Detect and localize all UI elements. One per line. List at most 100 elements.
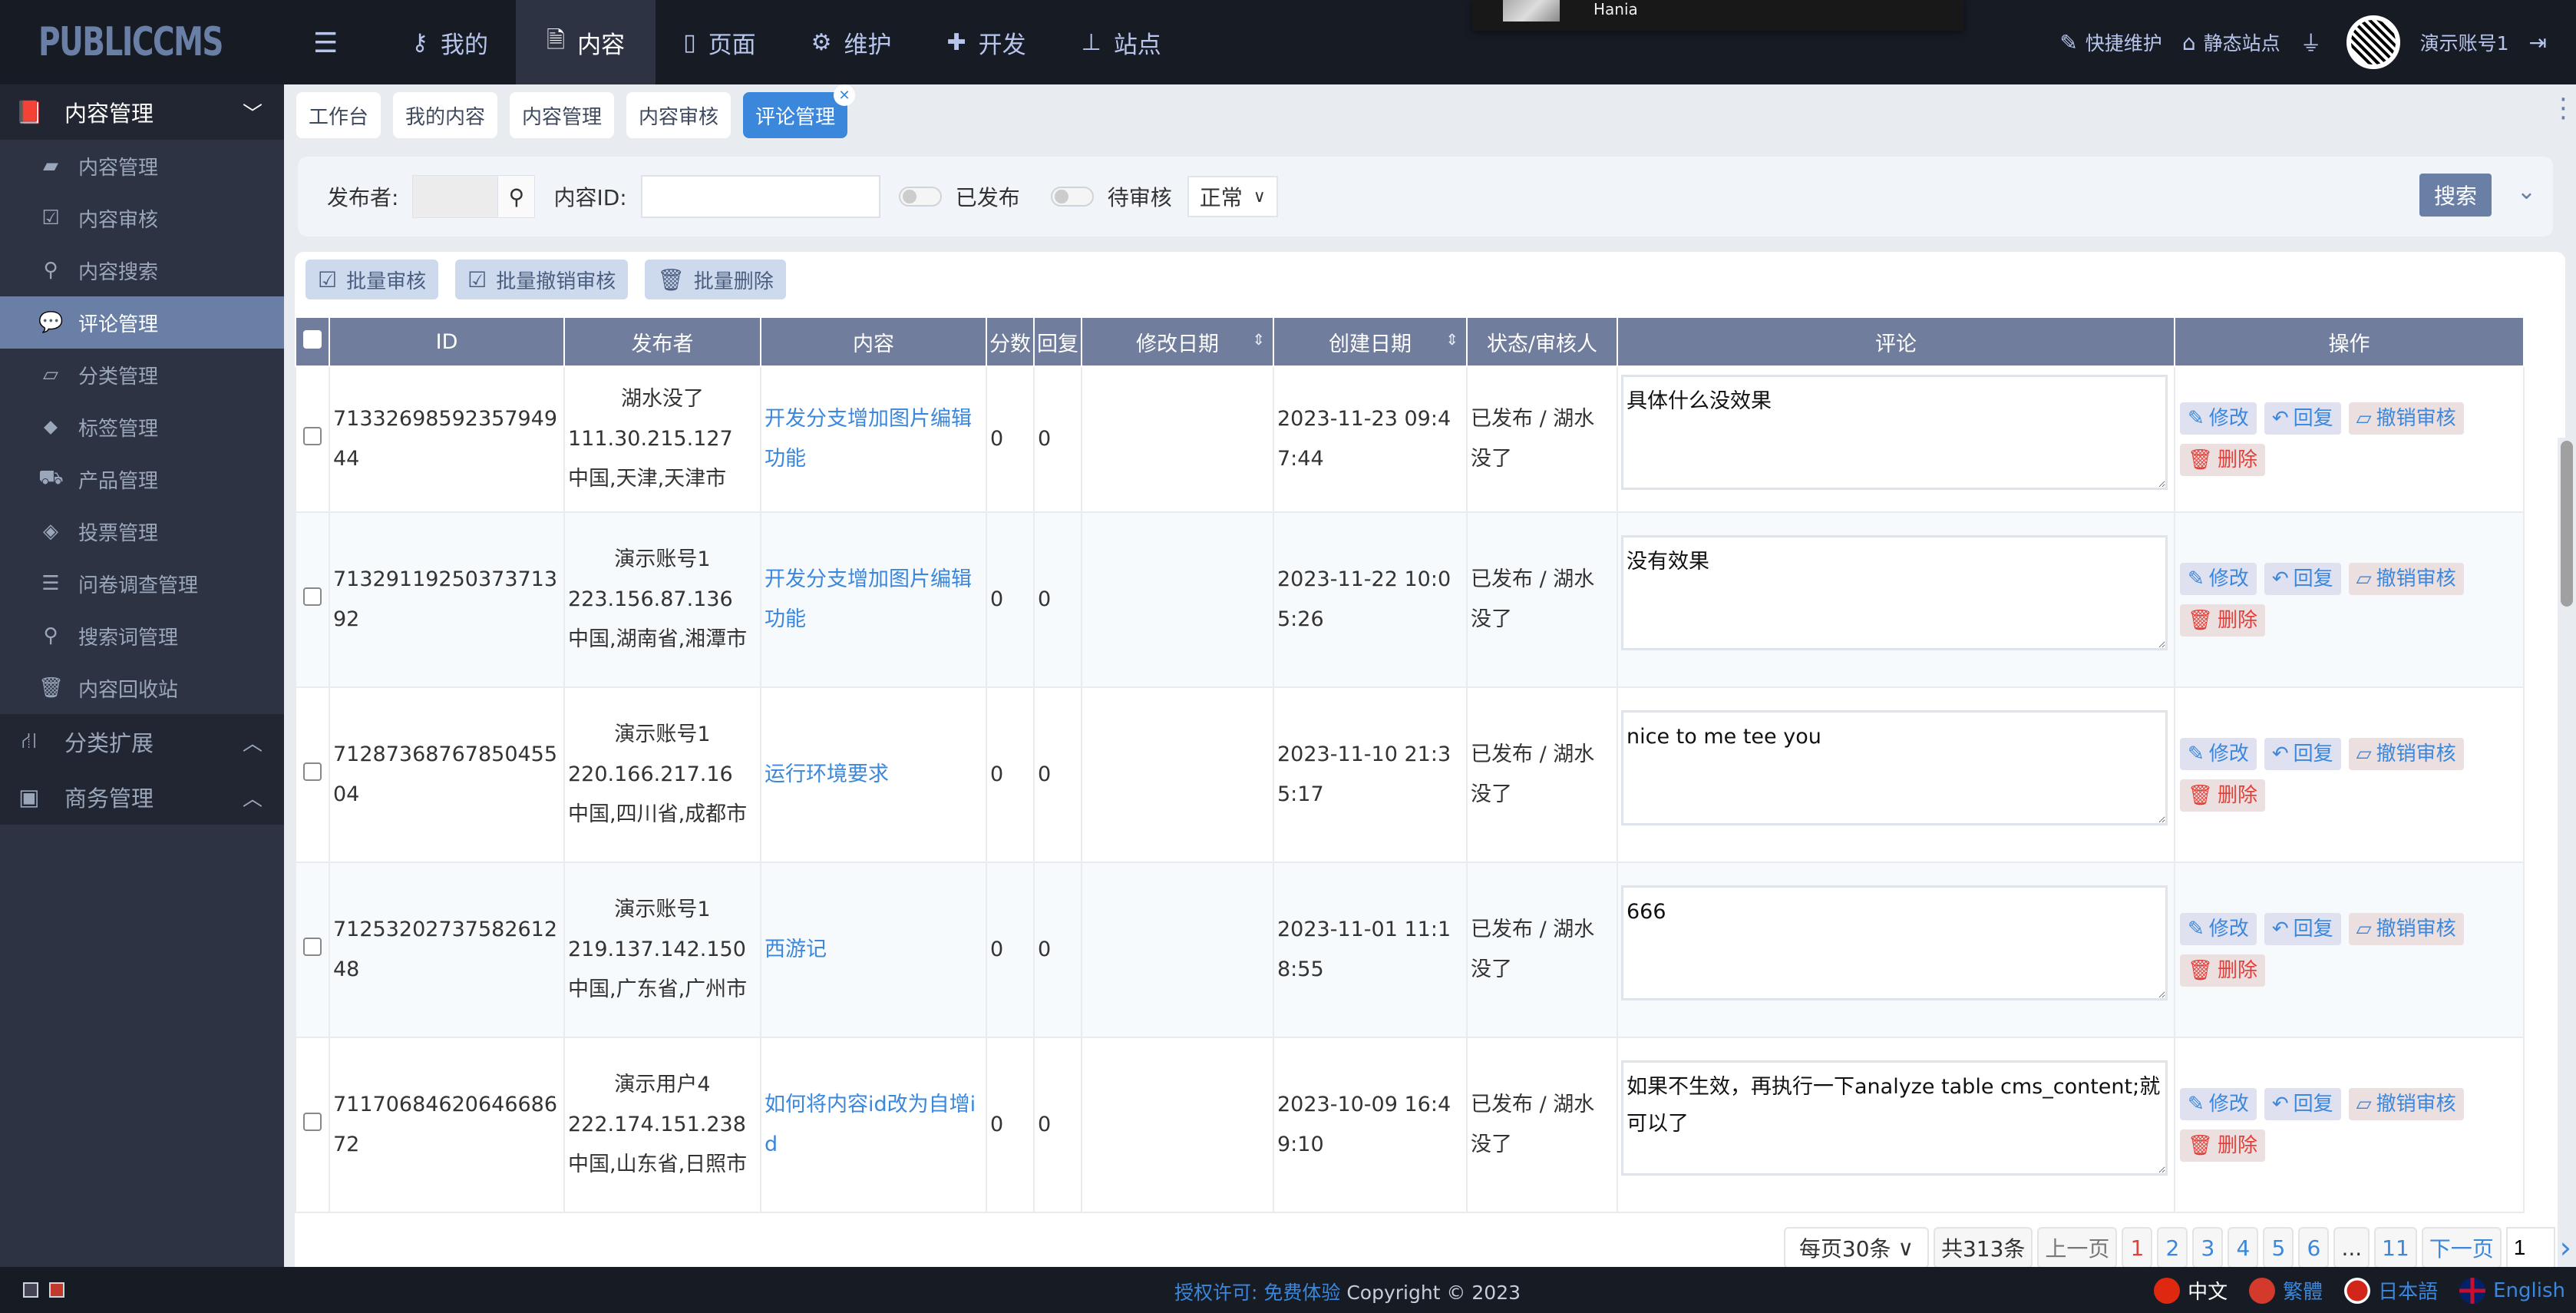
user-menu[interactable]: 演示账号1 xyxy=(2420,28,2509,56)
delete-button[interactable]: 🗑 删除 xyxy=(2180,954,2266,987)
nav-item-mine[interactable]: ⚷ 我的 xyxy=(384,0,516,84)
tab-content-review[interactable]: 内容审核 xyxy=(626,92,732,138)
batch-delete-button[interactable]: 🗑 批量删除 xyxy=(645,260,786,299)
clear-cache-button[interactable]: ⏚ xyxy=(2300,27,2330,58)
content-link[interactable]: 如何将内容id改为自增id xyxy=(765,1093,976,1156)
lang-en[interactable]: English xyxy=(2459,1276,2565,1305)
revoke-approval-button[interactable]: ▱ 撤销审核 xyxy=(2348,402,2464,435)
sidebar-group-category-ext[interactable]: ⛙ 分类扩展 ︿ xyxy=(0,714,284,769)
sidebar-item-surveys[interactable]: ☰ 问卷调查管理 xyxy=(0,557,284,610)
delete-button[interactable]: 🗑 删除 xyxy=(2180,1129,2266,1162)
content-link[interactable]: 西游记 xyxy=(765,938,827,961)
pending-toggle[interactable] xyxy=(1050,187,1094,207)
sidebar-item-products[interactable]: ⛟ 产品管理 xyxy=(0,453,284,505)
sidebar-item-comments[interactable]: 💬 评论管理 xyxy=(0,296,284,349)
nav-item-content[interactable]: 🗎 内容 xyxy=(515,0,656,84)
nav-item-site[interactable]: ⊥ 站点 xyxy=(1054,0,1189,84)
next-page-button[interactable]: 下一页 xyxy=(2421,1227,2502,1268)
page-jump-input[interactable] xyxy=(2505,1227,2555,1268)
reply-button[interactable]: ↶ 回复 xyxy=(2264,563,2341,595)
status-select[interactable]: 正常 ∨ xyxy=(1187,176,1278,217)
page-button[interactable]: 4 xyxy=(2228,1227,2259,1268)
batch-approve-button[interactable]: ☑ 批量审核 xyxy=(305,260,439,299)
search-button[interactable]: 搜索 xyxy=(2419,174,2492,217)
nav-item-maintain[interactable]: ⚙ 维护 xyxy=(784,0,920,84)
revoke-approval-button[interactable]: ▱ 撤销审核 xyxy=(2348,1088,2464,1120)
delete-button[interactable]: 🗑 删除 xyxy=(2180,444,2266,476)
quick-maintain-link[interactable]: ✎ 快捷维护 xyxy=(2059,28,2162,56)
content-link[interactable]: 开发分支增加图片编辑功能 xyxy=(765,407,972,471)
logo[interactable]: PUBLICCMS xyxy=(0,0,284,84)
page-button[interactable]: 1 xyxy=(2122,1227,2153,1268)
comment-textarea[interactable]: nice to me tee you xyxy=(1621,710,2168,825)
row-checkbox[interactable] xyxy=(303,762,322,781)
edit-button[interactable]: ✎ 修改 xyxy=(2180,738,2257,770)
tab-content-manage[interactable]: 内容管理 xyxy=(510,92,615,138)
row-checkbox[interactable] xyxy=(303,587,322,606)
sidebar-item-recycle-bin[interactable]: 🗑 内容回收站 xyxy=(0,662,284,714)
content-link[interactable]: 开发分支增加图片编辑功能 xyxy=(765,567,972,631)
published-toggle[interactable] xyxy=(898,187,942,207)
edit-button[interactable]: ✎ 修改 xyxy=(2180,402,2257,435)
static-site-link[interactable]: ⌂ 静态站点 xyxy=(2182,28,2280,56)
reply-button[interactable]: ↶ 回复 xyxy=(2264,738,2341,770)
license-link[interactable]: 授权许可: 免费体验 xyxy=(1174,1282,1340,1304)
delete-button[interactable]: 🗑 删除 xyxy=(2180,779,2266,812)
page-button[interactable]: 5 xyxy=(2263,1227,2294,1268)
lang-zh-cn[interactable]: 中文 xyxy=(2154,1276,2228,1305)
lang-ja[interactable]: 日本語 xyxy=(2344,1276,2438,1305)
revoke-approval-button[interactable]: ▱ 撤销审核 xyxy=(2348,563,2464,595)
publisher-field[interactable] xyxy=(412,175,499,218)
sort-icon[interactable]: ⇕ xyxy=(1445,330,1458,349)
tab-comments[interactable]: 评论管理 ✕ xyxy=(743,84,856,138)
row-checkbox[interactable] xyxy=(303,938,322,956)
row-checkbox[interactable] xyxy=(303,1113,322,1131)
page-button[interactable]: 11 xyxy=(2374,1227,2417,1268)
sidebar-item-tags[interactable]: ⬥ 标签管理 xyxy=(0,401,284,453)
lang-zh-tw[interactable]: 繁體 xyxy=(2249,1276,2323,1305)
sidebar-item-content-manage[interactable]: ▰ 内容管理 xyxy=(0,140,284,192)
revoke-approval-button[interactable]: ▱ 撤销审核 xyxy=(2348,738,2464,770)
content-link[interactable]: 运行环境要求 xyxy=(765,762,889,786)
page-button[interactable]: 6 xyxy=(2298,1227,2330,1268)
close-icon[interactable]: ✕ xyxy=(834,84,856,106)
more-options-icon[interactable]: · · · xyxy=(2559,87,2568,131)
reply-button[interactable]: ↶ 回复 xyxy=(2264,913,2341,945)
page-button[interactable]: 2 xyxy=(2157,1227,2188,1268)
logout-button[interactable]: ⇥ xyxy=(2529,30,2555,55)
page-size-select[interactable]: 每页30条 ∨ xyxy=(1783,1227,1929,1268)
publisher-search-button[interactable]: ⚲ xyxy=(498,175,536,218)
edit-button[interactable]: ✎ 修改 xyxy=(2180,1088,2257,1120)
comment-textarea[interactable]: 666 xyxy=(1621,885,2168,1000)
sidebar-item-content-search[interactable]: ⚲ 内容搜索 xyxy=(0,244,284,296)
fullscreen-icon[interactable] xyxy=(49,1282,64,1298)
batch-revoke-button[interactable]: ☑ 批量撤销审核 xyxy=(455,260,629,299)
revoke-approval-button[interactable]: ▱ 撤销审核 xyxy=(2348,913,2464,945)
go-page-icon[interactable]: › xyxy=(2560,1231,2571,1265)
comment-textarea[interactable]: 如果不生效，再执行一下analyze table cms_content;就可以… xyxy=(1621,1060,2168,1176)
sidebar-item-search-words[interactable]: ⚲ 搜索词管理 xyxy=(0,610,284,662)
content-id-input[interactable] xyxy=(640,175,880,218)
sidebar-item-votes[interactable]: ◈ 投票管理 xyxy=(0,505,284,557)
window-icon[interactable] xyxy=(23,1282,38,1298)
scrollbar-thumb[interactable] xyxy=(2561,441,2573,607)
edit-button[interactable]: ✎ 修改 xyxy=(2180,563,2257,595)
nav-item-page[interactable]: ▯ 页面 xyxy=(656,0,784,84)
reply-button[interactable]: ↶ 回复 xyxy=(2264,1088,2341,1120)
expand-filter-icon[interactable]: ⌄ xyxy=(2517,178,2536,205)
sort-icon[interactable]: ⇕ xyxy=(1252,330,1265,349)
sidebar-toggle-icon[interactable]: ☰ xyxy=(313,28,338,59)
edit-button[interactable]: ✎ 修改 xyxy=(2180,913,2257,945)
select-all-checkbox[interactable] xyxy=(303,329,322,349)
comment-textarea[interactable]: 没有效果 xyxy=(1621,535,2168,650)
tab-workbench[interactable]: 工作台 xyxy=(296,92,381,138)
prev-page-button[interactable]: 上一页 xyxy=(2037,1227,2118,1268)
comment-textarea[interactable]: 具体什么没效果 xyxy=(1621,375,2168,490)
header-modified[interactable]: 修改日期 ⇕ xyxy=(1081,316,1274,367)
media-notification[interactable]: Hania xyxy=(1472,0,1963,31)
sidebar-group-business[interactable]: ▣ 商务管理 ︿ xyxy=(0,769,284,825)
sidebar-item-content-review[interactable]: ☑ 内容审核 xyxy=(0,192,284,244)
reply-button[interactable]: ↶ 回复 xyxy=(2264,402,2341,435)
nav-item-develop[interactable]: ✚ 开发 xyxy=(920,0,1054,84)
row-checkbox[interactable] xyxy=(303,427,322,445)
